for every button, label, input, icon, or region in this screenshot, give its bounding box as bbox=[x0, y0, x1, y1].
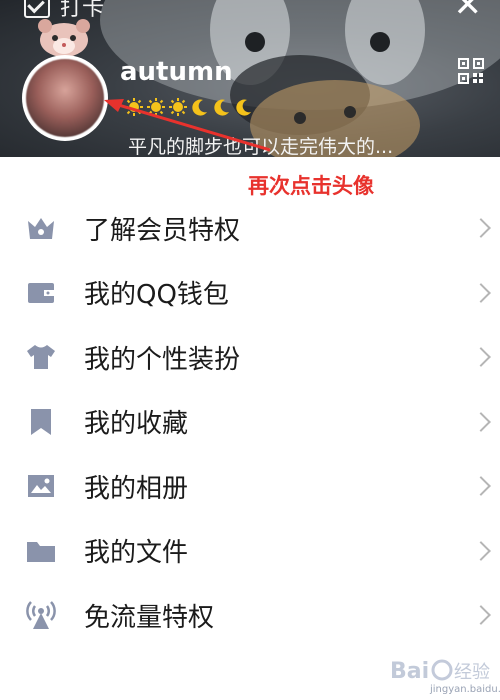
shirt-icon bbox=[24, 340, 58, 374]
menu-item-label: 我的收藏 bbox=[84, 409, 189, 440]
sun-icon bbox=[147, 98, 165, 116]
menu-item-free-data[interactable]: 免流量特权 bbox=[0, 583, 500, 648]
menu-item-qq-wallet[interactable]: 我的QQ钱包 bbox=[0, 261, 500, 326]
chevron-right-icon bbox=[471, 282, 491, 303]
menu-item-files[interactable]: 我的文件 bbox=[0, 519, 500, 584]
close-icon[interactable]: ✕ bbox=[454, 0, 483, 22]
folder-icon bbox=[24, 534, 58, 568]
sun-icon bbox=[169, 98, 187, 116]
menu-item-vip-privileges[interactable]: 了解会员特权 bbox=[0, 196, 500, 261]
personal-signature[interactable]: 平凡的脚步也可以走完伟大的... bbox=[128, 132, 393, 157]
bookmark-icon bbox=[24, 405, 58, 439]
moon-icon bbox=[236, 99, 251, 116]
watermark-url: jingyan.baidu.com bbox=[430, 684, 500, 695]
menu-item-label: 免流量特权 bbox=[84, 602, 215, 633]
chevron-right-icon bbox=[471, 605, 491, 626]
chevron-right-icon bbox=[471, 540, 491, 561]
crown-icon bbox=[24, 211, 58, 245]
menu-item-album[interactable]: 我的相册 bbox=[0, 454, 500, 519]
wallet-icon bbox=[24, 276, 58, 310]
menu-item-label: 了解会员特权 bbox=[84, 215, 241, 246]
antenna-icon bbox=[24, 598, 58, 632]
picture-icon bbox=[24, 469, 58, 503]
menu-item-personalization[interactable]: 我的个性装扮 bbox=[0, 325, 500, 390]
sun-icon bbox=[125, 98, 143, 116]
drawer-menu: 了解会员特权 我的QQ钱包 我的个性装扮 我的收藏 我的相册 我的文件 免流量特… bbox=[0, 196, 500, 648]
menu-item-label: 我的相册 bbox=[84, 473, 189, 504]
chevron-right-icon bbox=[471, 476, 491, 497]
moon-icon bbox=[214, 99, 229, 116]
svg-text:Bai: Bai bbox=[390, 659, 429, 684]
menu-item-favorites[interactable]: 我的收藏 bbox=[0, 390, 500, 455]
qr-code-icon[interactable] bbox=[458, 58, 484, 84]
svg-text:经验: 经验 bbox=[454, 662, 490, 683]
username: autumn bbox=[120, 57, 233, 87]
chevron-right-icon bbox=[471, 218, 491, 239]
menu-item-label: 我的文件 bbox=[84, 538, 189, 569]
profile-header: 打卡 ✕ autumn 平凡的脚步也可以走完伟大的... bbox=[0, 0, 500, 157]
chevron-right-icon bbox=[471, 347, 491, 368]
avatar-button[interactable] bbox=[22, 55, 108, 141]
qq-level-badges bbox=[124, 97, 254, 117]
chevron-right-icon bbox=[471, 411, 491, 432]
hamster-decoration-icon bbox=[38, 19, 90, 57]
menu-item-label: 我的QQ钱包 bbox=[84, 280, 229, 311]
menu-item-label: 我的个性装扮 bbox=[84, 344, 241, 375]
moon-icon bbox=[192, 99, 207, 116]
avatar bbox=[26, 59, 104, 137]
